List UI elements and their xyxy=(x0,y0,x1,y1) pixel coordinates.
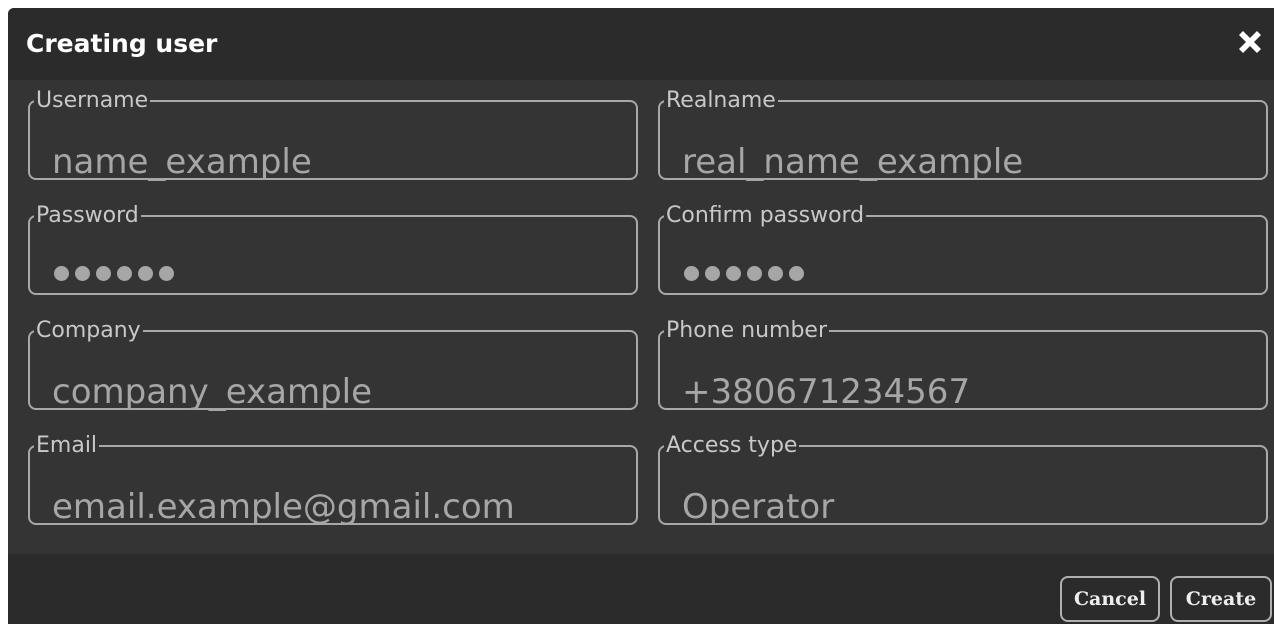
username-input[interactable] xyxy=(52,142,632,182)
company-field: Company xyxy=(28,318,638,412)
password-mask-dot xyxy=(705,266,720,281)
dialog-title: Creating user xyxy=(26,29,218,58)
dialog-footer: Cancel Create xyxy=(8,554,1274,624)
confirm-password-field: Confirm password xyxy=(658,205,1268,295)
form-body: Username Realname Password Confirm passw… xyxy=(8,80,1274,554)
password-mask-dot xyxy=(117,266,132,281)
access-type-input[interactable] xyxy=(682,487,1262,527)
dialog-header: Creating user xyxy=(8,8,1274,80)
email-label: Email xyxy=(36,433,98,458)
create-user-dialog: Creating user Username Realname Password xyxy=(8,8,1274,624)
password-mask-dot xyxy=(789,266,804,281)
email-field: Email xyxy=(28,433,638,527)
confirm-password-input[interactable] xyxy=(684,266,804,281)
password-mask-dot xyxy=(54,266,69,281)
email-input[interactable] xyxy=(52,487,632,527)
password-label: Password xyxy=(36,203,139,228)
create-button[interactable]: Create xyxy=(1170,576,1272,622)
password-field: Password xyxy=(28,205,638,295)
confirm-password-label: Confirm password xyxy=(666,203,865,228)
password-mask-dot xyxy=(684,266,699,281)
phone-label: Phone number xyxy=(666,318,828,343)
company-label: Company xyxy=(36,318,141,343)
password-mask-dot xyxy=(75,266,90,281)
realname-field: Realname xyxy=(658,88,1268,182)
close-button[interactable] xyxy=(1234,26,1266,58)
password-mask-dot xyxy=(747,266,762,281)
realname-input[interactable] xyxy=(682,142,1262,182)
username-label: Username xyxy=(36,88,149,113)
company-input[interactable] xyxy=(52,372,632,412)
access-type-label: Access type xyxy=(666,433,798,458)
password-mask-dot xyxy=(96,266,111,281)
password-input[interactable] xyxy=(54,266,174,281)
realname-label: Realname xyxy=(666,88,776,113)
close-icon xyxy=(1239,31,1261,53)
password-mask-dot xyxy=(159,266,174,281)
phone-input[interactable] xyxy=(682,372,1262,412)
access-type-field: Access type xyxy=(658,433,1268,527)
username-field: Username xyxy=(28,88,638,182)
password-mask-dot xyxy=(138,266,153,281)
password-mask-dot xyxy=(726,266,741,281)
cancel-button[interactable]: Cancel xyxy=(1060,576,1160,622)
phone-field: Phone number xyxy=(658,318,1268,412)
password-mask-dot xyxy=(768,266,783,281)
